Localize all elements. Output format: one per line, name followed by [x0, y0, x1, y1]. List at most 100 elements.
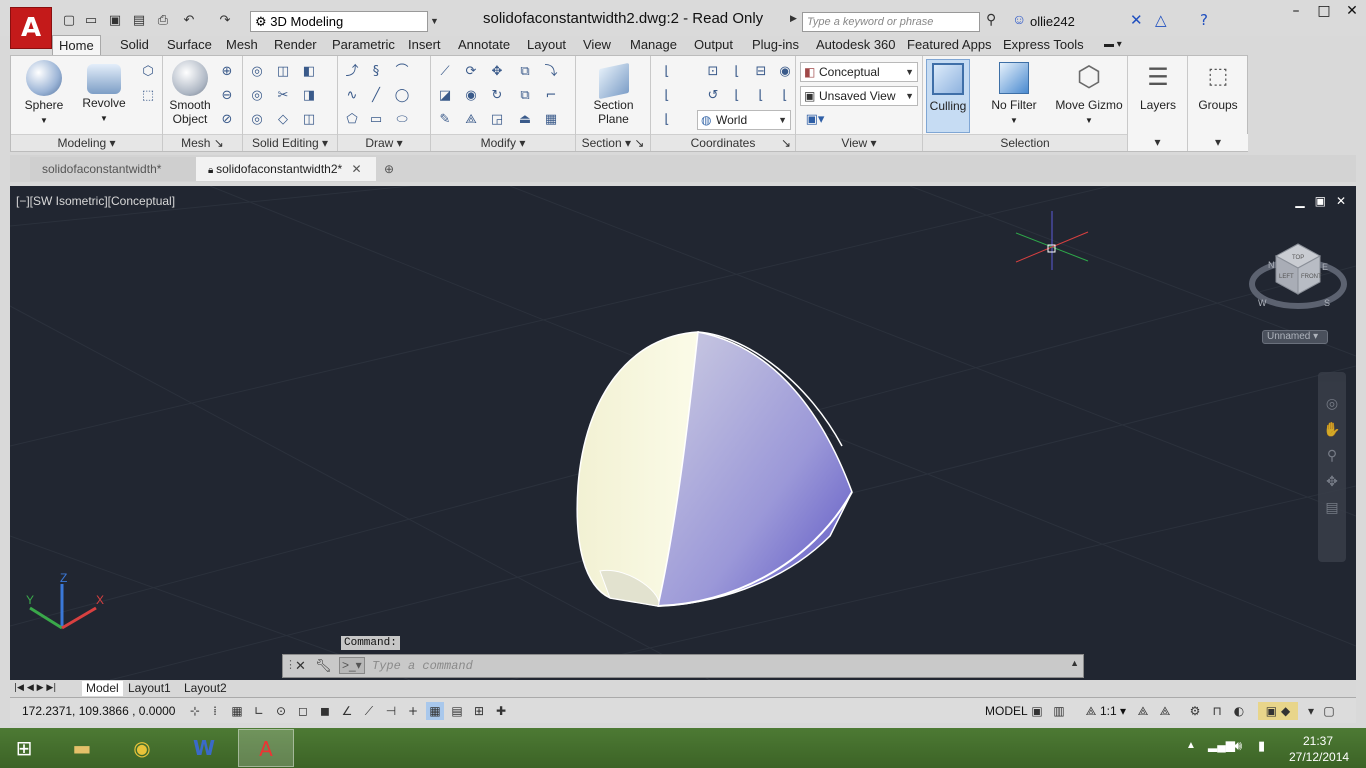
command-input[interactable]: Type a command	[369, 657, 1069, 676]
mesh-smooth-more-icon[interactable]: ⊕	[217, 62, 237, 82]
visual-style-select[interactable]: ◧ Conceptual ▼	[800, 62, 918, 82]
tpy-icon[interactable]: ▦	[426, 702, 444, 720]
quick-view-drawings-icon[interactable]: ▥	[1050, 702, 1068, 720]
no-filter-button[interactable]: No Filter ▼	[983, 60, 1045, 128]
tab-nav-arrows[interactable]: |◀ ◀ ▶ ▶|	[14, 681, 56, 696]
extrude-faces-icon[interactable]: ◧	[299, 62, 319, 82]
ellipse-icon[interactable]: ⬭	[392, 110, 412, 130]
groups-button[interactable]: ⬚ Groups	[1194, 60, 1242, 112]
panel-title[interactable]: Draw ▾	[338, 134, 430, 151]
drawing-viewport[interactable]: Z Y X TOP LEFT FRONT N E S W [−][SW Isom…	[10, 186, 1356, 680]
ucs-named-icon[interactable]: ⊟	[751, 62, 771, 82]
close-cmd-icon[interactable]: ✕	[295, 658, 306, 674]
layers-button[interactable]: ☰ Layers	[1134, 60, 1182, 112]
presspull-icon[interactable]: ⬚	[138, 86, 158, 106]
clock-date[interactable]: 27/12/2014	[1289, 750, 1349, 764]
tab-render[interactable]: Render	[274, 35, 317, 55]
trim-icon[interactable]: ⤵	[541, 62, 561, 82]
tab-layout2[interactable]: Layout2	[184, 681, 227, 696]
panel-title[interactable]: Section ▾ ↘	[576, 134, 650, 151]
culling-button[interactable]: Culling	[926, 59, 970, 133]
hardware-accel-icon[interactable]: ◐	[1230, 702, 1248, 720]
compass-e[interactable]: E	[1322, 262, 1328, 272]
viewcube-left[interactable]: LEFT	[1279, 274, 1294, 280]
show-hidden-icons[interactable]: ▲	[1186, 740, 1196, 751]
tab-surface[interactable]: Surface	[167, 35, 212, 55]
autodesk-app-icon[interactable]: △	[1155, 11, 1167, 29]
subtract-icon[interactable]: ◎	[247, 86, 267, 106]
compass-s[interactable]: S	[1324, 298, 1330, 308]
tab-featured-apps[interactable]: Featured Apps	[907, 35, 992, 55]
vp-restore-icon[interactable]: ▣	[1315, 194, 1326, 208]
intersect-icon[interactable]: ◎	[247, 110, 267, 130]
tab-solid[interactable]: Solid	[120, 35, 149, 55]
helix-icon[interactable]: §	[366, 62, 386, 82]
tab-output[interactable]: Output	[694, 35, 733, 55]
tab-autodesk-360[interactable]: Autodesk 360	[816, 35, 896, 55]
annotation-scale-value[interactable]: 1:1 ▾	[1100, 704, 1126, 718]
tab-mesh[interactable]: Mesh	[226, 35, 258, 55]
clean-screen-icon[interactable]: ▢	[1320, 702, 1338, 720]
username[interactable]: ollie242	[1030, 14, 1075, 29]
ucs-x-icon[interactable]: ⌊	[727, 62, 747, 82]
lock-ui-icon[interactable]: ⊓	[1208, 702, 1226, 720]
spline-icon[interactable]: ∿	[342, 86, 362, 106]
tab-parametric[interactable]: Parametric	[332, 35, 395, 55]
zoom-icon[interactable]: ⚲	[1318, 442, 1346, 468]
tab-insert[interactable]: Insert	[408, 35, 441, 55]
fillet-icon[interactable]: ⟋	[435, 62, 455, 82]
undo-icon[interactable]: ↶	[180, 12, 198, 30]
polygon-icon[interactable]: ⬠	[342, 110, 362, 130]
infer-icon[interactable]: ⊹	[186, 702, 204, 720]
viewcube-top[interactable]: TOP	[1292, 255, 1304, 261]
maximize-button[interactable]: □	[1311, 2, 1337, 20]
qp-icon[interactable]: ▤	[448, 702, 466, 720]
smooth-object-button[interactable]: Smooth Object	[165, 60, 215, 126]
3d-osnap-icon[interactable]: ◼	[316, 702, 334, 720]
workspace-switch-icon[interactable]: ⚙	[1186, 702, 1204, 720]
snap-icon[interactable]: ⁞	[206, 702, 224, 720]
3d-move-icon[interactable]: ✥	[487, 62, 507, 82]
thicken-icon[interactable]: ◇	[273, 110, 293, 130]
sc-icon[interactable]: ⊞	[470, 702, 488, 720]
panel-title[interactable]: Coordinates ↘	[651, 134, 795, 151]
array-icon[interactable]: ▦	[541, 110, 561, 130]
copy-icon[interactable]: ⧉	[515, 86, 535, 106]
chrome-icon[interactable]: ◉	[118, 729, 166, 767]
ucs-object-icon[interactable]: ⌊	[657, 110, 677, 130]
move-gizmo-button[interactable]: ⬡ Move Gizmo ▼	[1053, 60, 1125, 128]
wrench-icon[interactable]: 🔧︎	[315, 658, 332, 674]
vp-minimize-icon[interactable]: ▁	[1295, 194, 1304, 208]
showmotion-icon[interactable]: ▤	[1318, 494, 1346, 520]
panel-title[interactable]: View ▾	[796, 134, 922, 151]
tab-view[interactable]: View	[583, 35, 611, 55]
viewcube[interactable]: TOP LEFT FRONT N E S W	[1249, 243, 1347, 309]
compass-n[interactable]: N	[1268, 260, 1275, 270]
named-view-select[interactable]: ▣ Unsaved View ▼	[800, 86, 918, 106]
union-icon[interactable]: ◎	[247, 62, 267, 82]
3d-rotate-icon[interactable]: ⟳	[461, 62, 481, 82]
offset-edge-icon[interactable]: ⧉	[515, 62, 535, 82]
viewport-controls-label[interactable]: [−][SW Isometric][Conceptual]	[16, 194, 175, 208]
layers-expand-icon[interactable]: ▾	[1128, 134, 1187, 151]
ucs-face-icon[interactable]: ⌊	[775, 86, 795, 106]
panel-title[interactable]: Solid Editing ▾	[243, 134, 337, 151]
tab-manage[interactable]: Manage	[630, 35, 677, 55]
ucs-previous-icon[interactable]: ↺	[703, 86, 723, 106]
otrack-icon[interactable]: ∠	[338, 702, 356, 720]
power-icon[interactable]: ▮	[1258, 738, 1265, 754]
redo-icon[interactable]: ↷	[216, 12, 234, 30]
command-history-up-icon[interactable]: ▲	[1070, 658, 1079, 668]
autocad-taskbar-icon[interactable]: A	[238, 729, 294, 767]
windows-start-icon[interactable]: ⊞	[0, 729, 48, 767]
rectangular-array-icon[interactable]: ⌐	[541, 86, 561, 106]
lweight-icon[interactable]: +	[404, 702, 422, 720]
annotation-scale-icon[interactable]: ⟁	[1082, 702, 1100, 720]
help-icon[interactable]: ?	[1200, 11, 1208, 29]
panel-title[interactable]: Mesh ↘	[163, 134, 242, 151]
tab-model[interactable]: Model	[82, 681, 123, 696]
binoculars-icon[interactable]: ⚲	[986, 11, 996, 28]
3d-scale-icon[interactable]: ⟁	[461, 110, 481, 130]
3d-array-icon[interactable]: ◉	[461, 86, 481, 106]
mirror-icon[interactable]: ⏏	[515, 110, 535, 130]
